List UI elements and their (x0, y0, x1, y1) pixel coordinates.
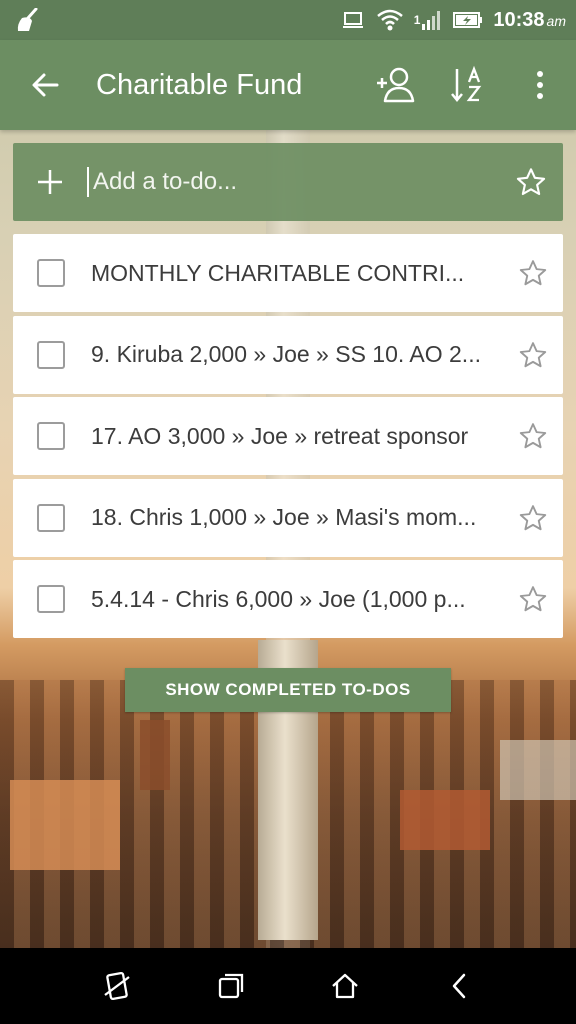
clock-time: 10:38 (493, 8, 545, 31)
add-todo-star-button[interactable] (499, 143, 563, 221)
todo-list: MONTHLY CHARITABLE CONTRI... 9. Kiruba 2… (13, 234, 563, 642)
todo-checkbox[interactable] (37, 259, 65, 287)
add-todo-button[interactable] (13, 143, 87, 221)
add-person-icon (377, 67, 415, 103)
building (140, 720, 170, 790)
star-outline-icon (519, 341, 547, 367)
plus-icon (38, 170, 62, 194)
todo-text[interactable]: 18. Chris 1,000 » Joe » Masi's mom... (91, 504, 503, 531)
broom-icon (16, 8, 42, 32)
more-vert-icon (537, 71, 543, 99)
screen-icon (342, 10, 366, 30)
share-list-button[interactable] (360, 40, 432, 130)
battery-charging-icon (453, 11, 483, 29)
home-button[interactable] (305, 948, 385, 1024)
add-todo-input[interactable] (91, 143, 499, 221)
todo-item[interactable]: 18. Chris 1,000 » Joe » Masi's mom... (13, 478, 563, 557)
status-bar: 1 10:38 am (0, 0, 576, 40)
todo-item[interactable]: 17. AO 3,000 » Joe » retreat sponsor (13, 397, 563, 475)
todo-text[interactable]: MONTHLY CHARITABLE CONTRI... (91, 260, 503, 287)
recents-button[interactable] (191, 948, 271, 1024)
list-title: Charitable Fund (96, 68, 303, 101)
todo-star-button[interactable] (503, 234, 563, 312)
todo-star-button[interactable] (503, 560, 563, 638)
back-arrow-icon (32, 73, 59, 97)
wifi-icon (376, 8, 404, 32)
todo-item[interactable]: 9. Kiruba 2,000 » Joe » SS 10. AO 2... (13, 315, 563, 394)
text-cursor (87, 167, 89, 197)
todo-checkbox[interactable] (37, 422, 65, 450)
star-outline-icon (516, 168, 546, 196)
signal-label: 1 (413, 13, 421, 27)
more-options-button[interactable] (504, 40, 576, 130)
building (500, 740, 576, 800)
building (10, 780, 120, 870)
back-button[interactable] (0, 40, 90, 130)
todo-star-button[interactable] (503, 397, 563, 475)
app-toolbar: Charitable Fund (0, 40, 576, 130)
todo-text[interactable]: 9. Kiruba 2,000 » Joe » SS 10. AO 2... (91, 341, 503, 368)
todo-text[interactable]: 5.4.14 - Chris 6,000 » Joe (1,000 p... (91, 586, 503, 613)
rotate-icon (104, 971, 130, 1001)
todo-star-button[interactable] (503, 316, 563, 394)
sort-az-icon (451, 65, 482, 102)
building (400, 790, 490, 850)
todo-text[interactable]: 17. AO 3,000 » Joe » retreat sponsor (91, 423, 503, 450)
recents-icon (218, 973, 244, 999)
star-outline-icon (519, 504, 547, 530)
status-icons: 1 10:38 am (342, 8, 566, 32)
todo-item[interactable]: 5.4.14 - Chris 6,000 » Joe (1,000 p... (13, 560, 563, 638)
todo-checkbox[interactable] (37, 585, 65, 613)
todo-star-button[interactable] (503, 479, 563, 557)
star-outline-icon (519, 260, 547, 286)
back-icon (452, 973, 466, 999)
todo-checkbox[interactable] (37, 340, 65, 369)
rotate-button[interactable] (77, 948, 157, 1024)
add-todo-bar (13, 143, 563, 221)
todo-checkbox[interactable] (37, 503, 65, 532)
back-nav-button[interactable] (419, 948, 499, 1024)
clock: 10:38 am (493, 9, 566, 32)
clock-ampm: am (546, 12, 566, 29)
sort-button[interactable] (432, 40, 504, 130)
todo-item[interactable]: MONTHLY CHARITABLE CONTRI... (13, 234, 563, 312)
star-outline-icon (519, 423, 547, 449)
signal-icon: 1 (414, 9, 444, 31)
system-nav-bar (0, 948, 576, 1024)
show-completed-button[interactable]: SHOW COMPLETED TO-DOS (125, 668, 451, 712)
home-icon (332, 973, 358, 999)
star-outline-icon (519, 586, 547, 612)
